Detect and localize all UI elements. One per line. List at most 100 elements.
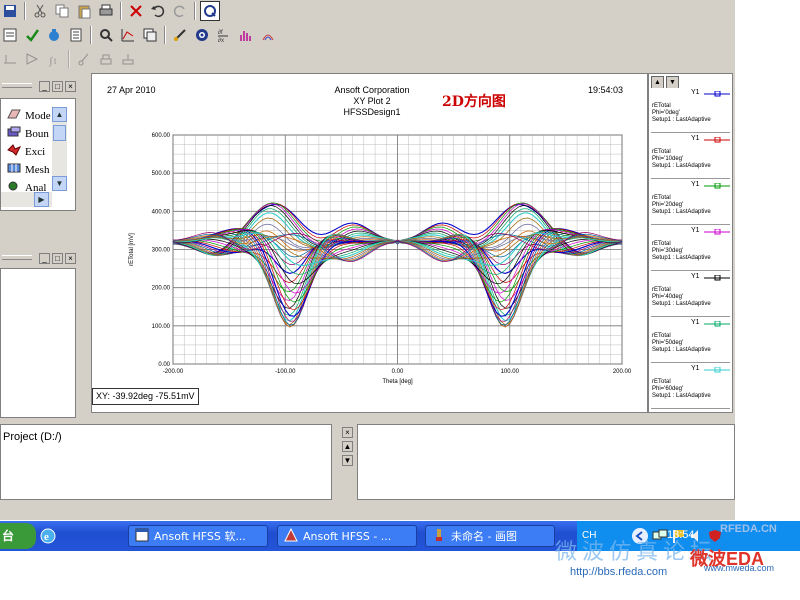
panel-minimize-button[interactable]: _: [39, 253, 50, 264]
taskbar-item-label: Ansoft HFSS 软...: [154, 530, 246, 543]
boundary-icon: [7, 126, 21, 141]
taskbar-item-paint[interactable]: 未命名 - 画图: [425, 525, 555, 547]
tree-item-excitations[interactable]: Exci: [7, 143, 45, 160]
ie-quicklaunch-icon[interactable]: e: [38, 526, 58, 546]
y-tick-label: 600.00: [152, 133, 171, 139]
message-scroll-down-button[interactable]: ▼: [342, 455, 353, 466]
legend-setup: Setup1 : LastAdaptive: [652, 255, 711, 261]
legend-item[interactable]: Y1 rETotal Phi='60deg' Setup1 : LastAdaptiv…: [651, 364, 730, 409]
tree-item-modeler[interactable]: Mode: [7, 107, 51, 124]
message-pane: [357, 424, 735, 500]
svg-text:t: t: [54, 57, 57, 66]
toolbar-separator: [164, 26, 166, 44]
legend-tag: Y1: [691, 135, 700, 142]
panel-maximize-button[interactable]: □: [52, 81, 63, 92]
validate-icon[interactable]: [22, 25, 42, 45]
tree-item-boundaries[interactable]: Boun: [7, 125, 49, 142]
taskbar-item-label: Ansoft HFSS - ...: [303, 529, 392, 543]
message-scroll-up-button[interactable]: ▲: [342, 441, 353, 452]
legend-tag: Y1: [691, 273, 700, 280]
hfss-app-icon: [284, 527, 298, 545]
taskbar-item-hfss-1[interactable]: Ansoft HFSS 软...: [128, 525, 268, 547]
legend-tag: Y1: [691, 319, 700, 326]
legend-phi: Phi='40deg': [652, 294, 684, 300]
legend-item[interactable]: Y1 rETotal Phi='20deg' Setup1 : LastAdaptiv…: [651, 180, 730, 225]
legend-item[interactable]: Y1 rETotal Phi='40deg' Setup1 : LastAdaptiv…: [651, 272, 730, 317]
legend-swatch: [704, 275, 730, 281]
scroll-right-button[interactable]: ▶: [34, 192, 49, 207]
svg-text:ʃ: ʃ: [48, 55, 53, 67]
message-close-button[interactable]: ×: [342, 427, 353, 438]
toolbar-separator: [194, 2, 196, 20]
stack-icon[interactable]: [96, 49, 116, 69]
toolbar-separator: [120, 2, 122, 20]
copy-icon[interactable]: [52, 1, 72, 21]
document-icon[interactable]: [66, 25, 86, 45]
legend-setup: Setup1 : LastAdaptive: [652, 347, 711, 353]
tree-horizontal-scrollbar[interactable]: ▶: [1, 192, 52, 207]
hfss-design-icon[interactable]: [44, 25, 64, 45]
legend-tag: Y1: [691, 365, 700, 372]
x-tick-label: -100.00: [275, 369, 296, 375]
project-pane: Project (D:/): [0, 424, 332, 500]
project-icon[interactable]: [0, 25, 20, 45]
field-overlay-icon[interactable]: [170, 25, 190, 45]
x-tick-label: 100.00: [501, 369, 520, 375]
sweep-icon[interactable]: [0, 49, 20, 69]
target-icon[interactable]: [192, 25, 212, 45]
legend-item[interactable]: Y1 rETotal Phi='50deg' Setup1 : LastAdaptiv…: [651, 318, 730, 363]
report-icon[interactable]: [140, 25, 160, 45]
y-tick-label: 100.00: [152, 324, 171, 330]
panel-minimize-button[interactable]: _: [39, 81, 50, 92]
panel-grip[interactable]: [2, 255, 32, 260]
y-tick-label: 300.00: [152, 248, 171, 254]
layer-icon[interactable]: [118, 49, 138, 69]
legend-item[interactable]: Y1 rETotal Phi='0deg' Setup1 : LastAdaptive: [651, 88, 730, 133]
zoom-icon[interactable]: [96, 25, 116, 45]
panel-maximize-button[interactable]: □: [52, 253, 63, 264]
tree-item-label: Exci: [25, 145, 46, 158]
function-icon[interactable]: ʃt: [44, 49, 64, 69]
y-axis-label: rETotal [mV]: [129, 233, 135, 266]
legend-setup: Setup1 : LastAdaptive: [652, 163, 711, 169]
scissors-icon[interactable]: [74, 49, 94, 69]
legend-item[interactable]: Y1 rETotal Phi='10deg' Setup1 : LastAdaptiv…: [651, 134, 730, 179]
redo-icon[interactable]: [170, 1, 190, 21]
plot-window[interactable]: 27 Apr 2010 Ansoft Corporation XY Plot 2…: [91, 73, 648, 413]
watermark-site: RFEDA.CN: [720, 523, 777, 535]
xy-plot-chart[interactable]: 0.00 100.00 200.00 300.00 400.00 500.00 600.00…: [92, 74, 647, 412]
antenna-icon[interactable]: [258, 25, 278, 45]
panel-grip[interactable]: [2, 83, 32, 88]
taskbar-item-hfss-2[interactable]: Ansoft HFSS - ...: [277, 525, 417, 547]
scroll-up-button[interactable]: ▲: [52, 107, 67, 122]
start-button[interactable]: 台: [0, 523, 36, 549]
delete-icon[interactable]: [126, 1, 146, 21]
port-icon[interactable]: [22, 49, 42, 69]
y-tick-label: 0.00: [158, 362, 170, 368]
desktop-background: [735, 0, 800, 521]
undo-icon[interactable]: [148, 1, 168, 21]
scroll-thumb[interactable]: [53, 125, 66, 141]
print-icon[interactable]: [96, 1, 116, 21]
y-tick-label: 400.00: [152, 209, 171, 215]
scroll-down-button[interactable]: ▼: [52, 176, 67, 191]
tree-item-mesh[interactable]: Mesh: [7, 161, 49, 178]
x-axis-label: Theta [deg]: [382, 379, 413, 385]
tree-panel-header: _ □ ×: [0, 78, 78, 96]
watermark-url: http://bbs.rfeda.com: [570, 566, 668, 578]
histogram-icon[interactable]: [236, 25, 256, 45]
legend-tag: Y1: [691, 181, 700, 188]
plot-icon[interactable]: [118, 25, 138, 45]
cursor-readout: XY: -39.92deg -75.51mV: [92, 388, 199, 405]
cut-icon[interactable]: [30, 1, 50, 21]
legend-item[interactable]: Y1 rETotal Phi='30deg' Setup1 : LastAdaptiv…: [651, 226, 730, 271]
derivative-icon[interactable]: ∂f ∂x: [214, 25, 234, 45]
help-icon[interactable]: [200, 1, 220, 21]
legend-setup: Setup1 : LastAdaptive: [652, 209, 711, 215]
tree-vertical-scrollbar[interactable]: ▲ ▼: [52, 107, 67, 191]
save-icon[interactable]: [0, 1, 20, 21]
panel-close-button[interactable]: ×: [65, 253, 76, 264]
paste-icon[interactable]: [74, 1, 94, 21]
panel-close-button[interactable]: ×: [65, 81, 76, 92]
legend-quantity: rETotal: [652, 103, 671, 109]
